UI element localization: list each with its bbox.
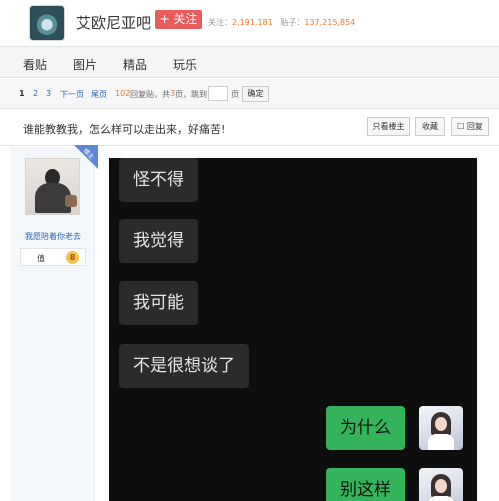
- reply-button-label: 回复: [466, 122, 483, 131]
- follow-button[interactable]: + 关注: [155, 10, 202, 29]
- chat-avatar-shirt: [428, 496, 454, 501]
- tab-posts[interactable]: 看贴: [23, 56, 47, 73]
- level-name: 值: [37, 254, 45, 263]
- page-1: 1: [19, 89, 25, 98]
- page-3[interactable]: 3: [46, 89, 51, 98]
- thread-title-bar: 谁能教教我，怎么样可以走出来，好痛苦! 只看楼主 收藏 ☐ 回复: [0, 110, 499, 146]
- follow-count-label: 关注：: [208, 18, 232, 27]
- next-page-link[interactable]: 下一页: [60, 89, 84, 100]
- jump-label: 跳到: [191, 90, 207, 99]
- post-image-chat-screenshot[interactable]: 怪不得 我觉得 我可能 不是很想谈了 为什么 别这样: [109, 158, 477, 501]
- post-count-label: 贴子：: [280, 18, 305, 27]
- level-number-icon: 8: [66, 251, 79, 264]
- tab-featured[interactable]: 精品: [123, 56, 147, 73]
- follow-count: 2,191,181: [232, 18, 273, 27]
- chat-avatar-shirt: [428, 434, 454, 450]
- page-unit: 页，: [175, 90, 191, 99]
- avatar-bag: [65, 195, 77, 207]
- post-count: 137,215,854: [304, 18, 356, 27]
- page-suffix: 页: [231, 90, 239, 99]
- tab-images[interactable]: 图片: [73, 56, 97, 73]
- chat-avatar: [419, 406, 463, 450]
- chat-avatar-face: [435, 417, 447, 431]
- forum-logo[interactable]: [29, 5, 65, 41]
- thread-title: 谁能教教我，怎么样可以走出来，好痛苦!: [23, 123, 226, 136]
- reply-button[interactable]: ☐ 回复: [451, 117, 489, 136]
- author-username[interactable]: 我愿陪着你老去: [20, 231, 86, 242]
- favorite-button[interactable]: 收藏: [415, 117, 445, 136]
- last-page-link[interactable]: 尾页: [91, 89, 107, 100]
- reply-text: 回复贴，共: [130, 90, 170, 99]
- chat-bubble-left: 怪不得: [119, 158, 198, 202]
- forum-header: 艾欧尼亚吧 + 关注 关注：2,191,181 贴子：137,215,854: [0, 0, 499, 46]
- only-op-button[interactable]: 只看楼主: [367, 117, 410, 136]
- tab-fun[interactable]: 玩乐: [173, 56, 197, 73]
- forum-stats: 关注：2,191,181 贴子：137,215,854: [208, 17, 355, 28]
- chat-avatar-face: [435, 479, 447, 493]
- chat-bubble-left: 不是很想谈了: [119, 344, 249, 388]
- forum-nav: 看贴 图片 精品 玩乐: [0, 46, 499, 78]
- chat-bubble-right: 为什么: [326, 406, 405, 450]
- chat-bubble-right: 别这样: [326, 468, 405, 501]
- page-2[interactable]: 2: [33, 89, 38, 98]
- chat-bubble-left: 我觉得: [119, 219, 198, 263]
- author-avatar[interactable]: [25, 158, 80, 215]
- chat-bubble-left: 我可能: [119, 281, 198, 325]
- reply-count: 102: [115, 89, 131, 98]
- chat-avatar: [419, 468, 463, 501]
- tieba-thread-page: 艾欧尼亚吧 + 关注 关注：2,191,181 贴子：137,215,854 看…: [0, 0, 499, 501]
- author-level-badge[interactable]: 值 8: [20, 248, 86, 266]
- forum-name[interactable]: 艾欧尼亚吧: [76, 12, 151, 33]
- jump-page-input[interactable]: [208, 86, 228, 101]
- reply-icon: ☐: [457, 122, 465, 131]
- jump-confirm-button[interactable]: 确定: [242, 86, 269, 102]
